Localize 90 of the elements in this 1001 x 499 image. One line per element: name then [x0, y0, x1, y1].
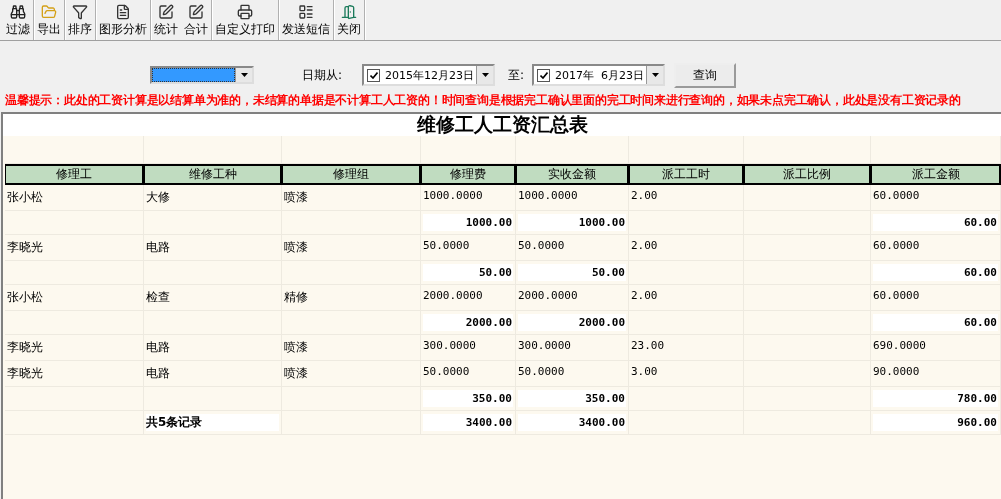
- door-icon: [341, 4, 357, 20]
- table-cell: 60.0000: [871, 235, 1001, 261]
- funnel-icon: [72, 4, 88, 20]
- column-header: 修理组: [282, 164, 421, 185]
- table-cell: 300.0000: [516, 335, 629, 361]
- table-cell: 2000.00: [421, 311, 516, 335]
- toolbar-button[interactable]: 发送短信: [279, 0, 334, 40]
- table-cell: 60.00: [871, 311, 1001, 335]
- binoculars-icon: [10, 4, 26, 20]
- table-cell: 精修: [282, 285, 421, 311]
- table-cell: 2000.00: [516, 311, 629, 335]
- column-header: 实收金额: [516, 164, 629, 185]
- table-cell: 50.00: [516, 261, 629, 285]
- list-icon: [298, 4, 314, 20]
- column-header: 派工金额: [871, 164, 1001, 185]
- table-cell: 2.00: [629, 235, 744, 261]
- table-cell: 检查: [144, 285, 282, 311]
- table-cell: 3.00: [629, 361, 744, 387]
- table-cell: 张小松: [5, 285, 144, 311]
- table-cell: 李晓光: [5, 361, 144, 387]
- table-cell: 780.00: [871, 387, 1001, 411]
- column-header: 维修工种: [144, 164, 282, 185]
- toolbar-button[interactable]: 自定义打印: [212, 0, 279, 40]
- table-cell: 大修: [144, 185, 282, 211]
- notice-text: 温馨提示：此处的工资计算是以结算单为准的，未结算的单据是不计算工人工资的！时间查询是根据完工确认里面的完工时间来进行查询的，如果未点完工确认，此处是没有工资记录的: [4, 92, 962, 108]
- table-cell: 1000.00: [516, 211, 629, 235]
- table-cell: 300.0000: [421, 335, 516, 361]
- column-header: 派工工时: [629, 164, 744, 185]
- table-cell: 60.00: [871, 261, 1001, 285]
- date-label: 日期从:: [302, 66, 343, 84]
- toolbar-button[interactable]: 导出: [34, 0, 65, 40]
- table-cell: 电路: [144, 361, 282, 387]
- folder-icon: [41, 4, 57, 20]
- toolbar-button[interactable]: 关闭: [334, 0, 365, 40]
- check-icon: [369, 71, 378, 79]
- table-cell: 350.00: [516, 387, 629, 411]
- table-cell: 50.00: [421, 261, 516, 285]
- document-icon: [115, 4, 131, 20]
- table-cell: 李晓光: [5, 235, 144, 261]
- check-icon: [539, 71, 548, 79]
- table-cell: 2000.0000: [421, 285, 516, 311]
- table-cell: 2.00: [629, 185, 744, 211]
- dropdown[interactable]: [150, 66, 254, 84]
- to-label: 至:: [508, 66, 525, 84]
- table-cell: 350.00: [421, 387, 516, 411]
- table-cell: 3400.00: [421, 411, 516, 435]
- pen-icon: [158, 4, 174, 20]
- table-cell: 690.0000: [871, 335, 1001, 361]
- table-cell: 喷漆: [282, 335, 421, 361]
- pen-icon: [188, 4, 204, 20]
- printer-icon: [237, 4, 253, 20]
- date-picker[interactable]: 2017年 6月23日: [532, 64, 666, 86]
- query-button[interactable]: 查询: [674, 62, 737, 88]
- table-cell: 1000.00: [421, 211, 516, 235]
- toolbar-button[interactable]: 合计: [181, 0, 212, 40]
- table-cell: 喷漆: [282, 185, 421, 211]
- toolbar-button[interactable]: 统计: [151, 0, 181, 40]
- table-cell: 90.0000: [871, 361, 1001, 387]
- caret-icon: [240, 73, 248, 77]
- table-cell: 50.0000: [421, 235, 516, 261]
- column-header: 修理工: [5, 164, 144, 185]
- table-cell: 共5条记录: [144, 411, 282, 435]
- table-cell: 23.00: [629, 335, 744, 361]
- date-picker[interactable]: 2015年12月23日: [362, 64, 496, 86]
- table-cell: 喷漆: [282, 361, 421, 387]
- table-cell: 60.0000: [871, 285, 1001, 311]
- table-cell: 960.00: [871, 411, 1001, 435]
- toolbar-button[interactable]: 图形分析: [96, 0, 151, 40]
- table-cell: 50.0000: [516, 361, 629, 387]
- table-cell: 2.00: [629, 285, 744, 311]
- column-header: 修理费: [421, 164, 516, 185]
- table-cell: 电路: [144, 235, 282, 261]
- table-cell: 电路: [144, 335, 282, 361]
- table-cell: 李晓光: [5, 335, 144, 361]
- table-cell: 50.0000: [516, 235, 629, 261]
- column-header: 派工比例: [744, 164, 871, 185]
- toolbar-button[interactable]: 排序: [65, 0, 96, 40]
- table-cell: 60.00: [871, 211, 1001, 235]
- toolbar-button[interactable]: 过滤: [3, 0, 34, 40]
- caret-icon: [651, 73, 659, 77]
- table-cell: 张小松: [5, 185, 144, 211]
- table-cell: 3400.00: [516, 411, 629, 435]
- table-cell: 2000.0000: [516, 285, 629, 311]
- caret-icon: [481, 73, 489, 77]
- table-cell: 喷漆: [282, 235, 421, 261]
- table-cell: 50.0000: [421, 361, 516, 387]
- table-cell: 60.0000: [871, 185, 1001, 211]
- report-title: 维修工人工资汇总表: [416, 114, 588, 137]
- table-cell: 1000.0000: [421, 185, 516, 211]
- table-cell: 1000.0000: [516, 185, 629, 211]
